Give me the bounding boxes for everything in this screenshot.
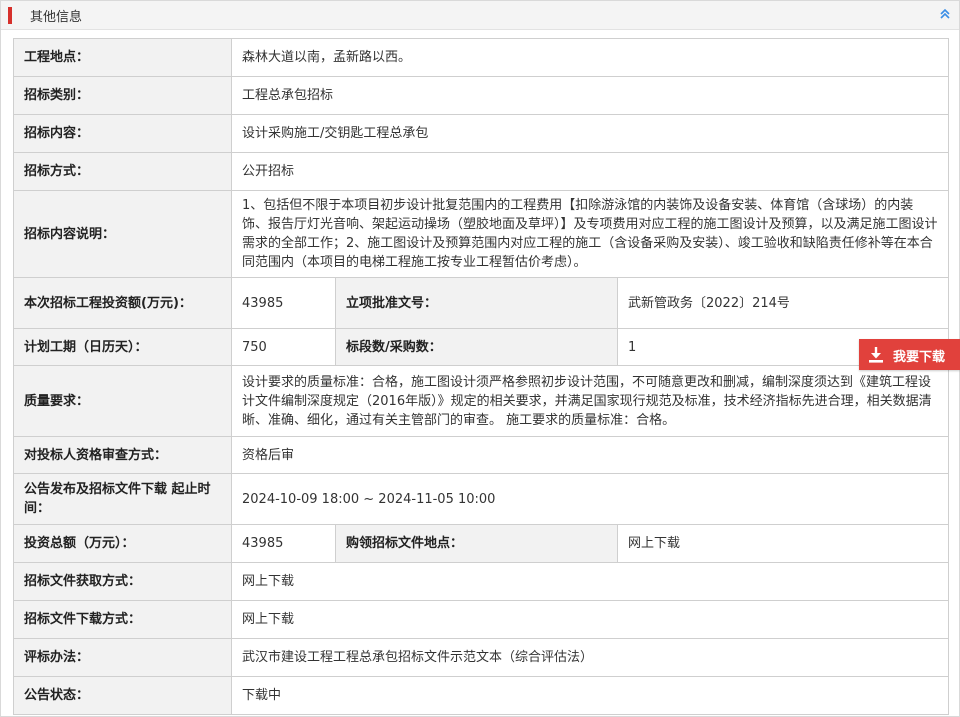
row-label: 公告发布及招标文件下载 起止时间：: [13, 473, 232, 525]
row-value: 网上下载: [230, 562, 950, 601]
table-row: 公告状态： 下载中: [13, 676, 950, 715]
row-label: 招标文件下载方式：: [13, 600, 232, 639]
panel-title: 其他信息: [30, 10, 83, 25]
panel-header: 其他信息: [1, 1, 959, 30]
row-label: 投资总额（万元）：: [13, 524, 232, 563]
row-label: 质量要求：: [13, 365, 232, 437]
table-row: 招标内容说明： 1、包括但不限于本项目初步设计批复范围内的工程费用【扣除游泳馆的…: [13, 190, 950, 278]
row-value: 43985: [231, 524, 336, 563]
row-value: 武新管政务〔2022〕214号: [616, 277, 950, 329]
row-label: 招标方式：: [13, 152, 232, 191]
row-value: 网上下载: [230, 600, 950, 639]
download-icon: [869, 347, 883, 363]
table-row: 招标内容： 设计采购施工/交钥匙工程总承包: [13, 114, 950, 153]
row-label: 公告状态：: [13, 676, 232, 715]
row-value: 工程总承包招标: [230, 76, 950, 115]
table-row: 招标方式： 公开招标: [13, 152, 950, 191]
table-row: 评标办法： 武汉市建设工程工程总承包招标文件示范文本（综合评估法）: [13, 638, 950, 677]
row-label: 招标内容：: [13, 114, 232, 153]
table-row: 招标文件下载方式： 网上下载: [13, 600, 950, 639]
row-value: 设计采购施工/交钥匙工程总承包: [230, 114, 950, 153]
row-label: 招标类别：: [13, 76, 232, 115]
download-button[interactable]: 我要下载: [859, 339, 960, 370]
table-row: 对投标人资格审查方式： 资格后审: [13, 436, 950, 474]
download-button-label: 我要下载: [893, 350, 946, 365]
row-value: 森林大道以南，孟新路以西。: [230, 38, 950, 77]
row-value: 2024-10-09 18:00 ~ 2024-11-05 10:00: [230, 473, 950, 525]
table-row: 投资总额（万元）： 43985 购领招标文件地点： 网上下载: [13, 524, 950, 563]
row-value: 43985: [231, 277, 336, 329]
table-row: 招标类别： 工程总承包招标: [13, 76, 950, 115]
table-row: 质量要求： 设计要求的质量标准：合格，施工图设计须严格参照初步设计范围，不可随意…: [13, 365, 950, 437]
table-row: 招标文件获取方式： 网上下载: [13, 562, 950, 601]
row-value: 750: [231, 328, 336, 366]
row-value: 1、包括但不限于本项目初步设计批复范围内的工程费用【扣除游泳馆的内装饰及设备安装…: [230, 190, 950, 278]
row-label: 标段数/采购数：: [335, 328, 618, 366]
status-value: 下载中: [230, 676, 950, 715]
info-table: 工程地点： 森林大道以南，孟新路以西。 招标类别： 工程总承包招标 招标内容： …: [13, 38, 950, 715]
header-accent-bar: [8, 7, 12, 24]
row-label: 招标文件获取方式：: [13, 562, 232, 601]
table-row: 公告发布及招标文件下载 起止时间： 2024-10-09 18:00 ~ 202…: [13, 473, 950, 525]
row-value: 公开招标: [230, 152, 950, 191]
chevron-double-up-icon[interactable]: [937, 6, 953, 22]
row-label: 招标内容说明：: [13, 190, 232, 278]
row-label: 计划工期（日历天）：: [13, 328, 232, 366]
row-value: 资格后审: [230, 436, 950, 474]
table-row: 本次招标工程投资额(万元)： 43985 立项批准文号： 武新管政务〔2022〕…: [13, 277, 950, 329]
row-label: 工程地点：: [13, 38, 232, 77]
table-row: 计划工期（日历天）： 750 标段数/采购数： 1: [13, 328, 950, 366]
row-label: 立项批准文号：: [335, 277, 618, 329]
row-label: 本次招标工程投资额(万元)：: [13, 277, 232, 329]
row-label: 对投标人资格审查方式：: [13, 436, 232, 474]
row-label: 购领招标文件地点：: [335, 524, 618, 563]
row-value: 网上下载: [616, 524, 950, 563]
row-value: 武汉市建设工程工程总承包招标文件示范文本（综合评估法）: [230, 638, 950, 677]
table-row: 工程地点： 森林大道以南，孟新路以西。: [13, 38, 950, 77]
row-label: 评标办法：: [13, 638, 232, 677]
row-value: 设计要求的质量标准：合格，施工图设计须严格参照初步设计范围，不可随意更改和删减，…: [230, 365, 950, 437]
